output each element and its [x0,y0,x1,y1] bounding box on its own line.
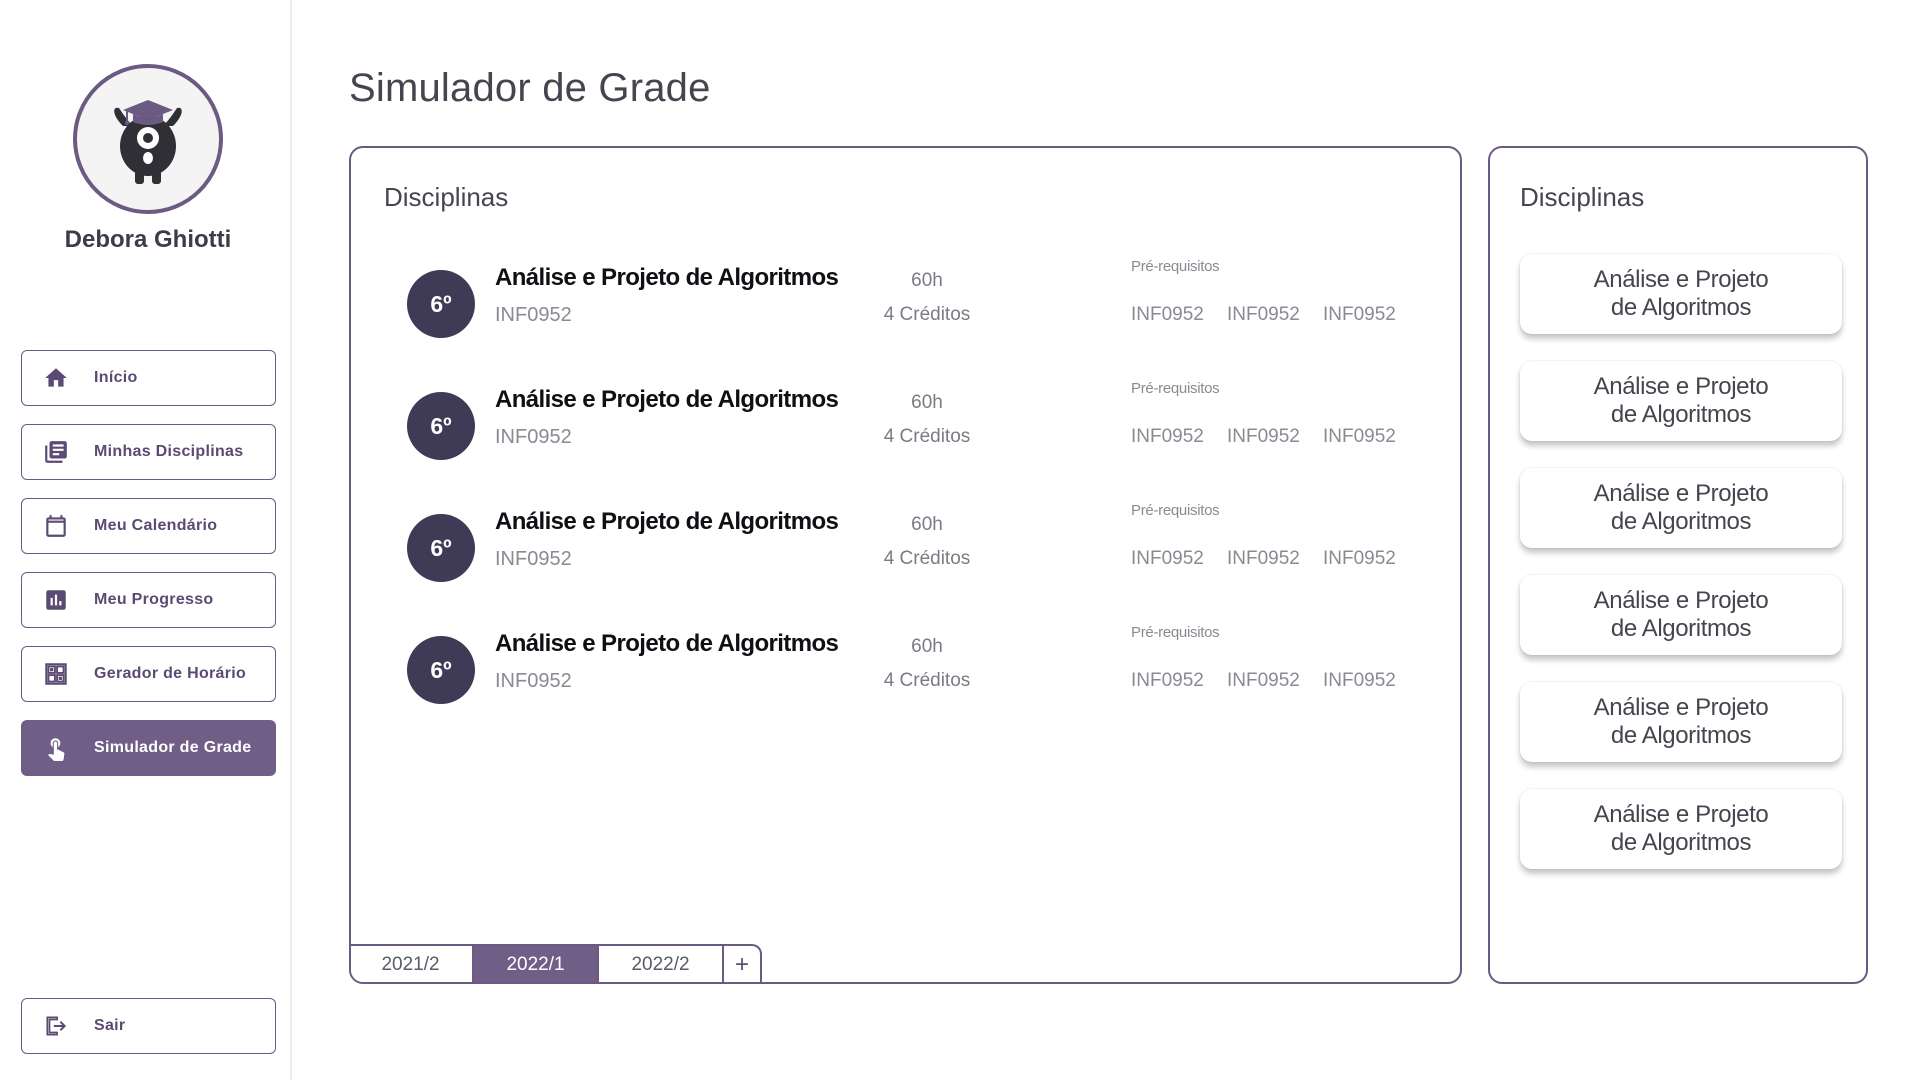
tab-2022-1[interactable]: 2022/1 [474,946,599,982]
courses-panel: Disciplinas 6º Análise e Projeto de Algo… [349,146,1462,984]
course-code: INF0952 [495,304,572,326]
semester-badge: 6º [407,392,475,460]
course-card[interactable]: Análise e Projeto de Algoritmos [1520,361,1842,441]
course-card[interactable]: Análise e Projeto de Algoritmos [1520,789,1842,869]
prereq-label: Pré-requisitos [1131,624,1220,641]
nav-label: Meu Calendário [94,517,218,534]
prereq-code: INF0952 [1131,304,1204,325]
nav-label: Minhas Disciplinas [94,443,244,460]
calendar-icon [42,512,70,540]
course-name: Análise e Projeto de Algoritmos [495,386,839,413]
course-code: INF0952 [495,670,572,692]
nav-label: Meu Progresso [94,591,214,608]
course-hours: 60h [911,636,943,657]
user-name: Debora Ghiotti [64,226,232,253]
logout-button[interactable]: Sair [21,998,276,1054]
nav-meu-calendario[interactable]: Meu Calendário [21,498,276,554]
touch-hand-icon [42,734,70,762]
logout-label: Sair [94,1017,126,1034]
course-card[interactable]: Análise e Projeto de Algoritmos [1520,575,1842,655]
nav-inicio[interactable]: Início [21,350,276,406]
prereq-code: INF0952 [1131,426,1204,447]
nav-gerador-de-horario[interactable]: Gerador de Horário [21,646,276,702]
course-credits: 4 Créditos [883,670,971,691]
course-card[interactable]: Análise e Projeto de Algoritmos [1520,254,1842,334]
bar-chart-icon [42,586,70,614]
semester-tabs: 2021/2 2022/1 2022/2 + [351,944,762,982]
panel-title: Disciplinas [384,182,509,212]
prereq-code: INF0952 [1323,670,1396,691]
prereq-code: INF0952 [1227,670,1300,691]
tab-2021-2[interactable]: 2021/2 [351,946,474,982]
add-tab-button[interactable]: + [724,946,760,982]
tab-2022-2[interactable]: 2022/2 [599,946,724,982]
nav-meu-progresso[interactable]: Meu Progresso [21,572,276,628]
prereq-code: INF0952 [1131,670,1204,691]
prereq-code: INF0952 [1323,548,1396,569]
logout-icon [42,1012,70,1040]
course-hours: 60h [911,392,943,413]
nav-label: Início [94,369,138,386]
course-card[interactable]: Análise e Projeto de Algoritmos [1520,468,1842,548]
prereq-code: INF0952 [1323,426,1396,447]
semester-badge: 6º [407,514,475,582]
course-credits: 4 Créditos [883,426,971,447]
course-name: Análise e Projeto de Algoritmos [495,264,839,291]
course-code: INF0952 [495,426,572,448]
prereq-code: INF0952 [1227,426,1300,447]
home-icon [42,364,70,392]
prereq-code: INF0952 [1323,304,1396,325]
nav-simulador-de-grade[interactable]: Simulador de Grade [21,720,276,776]
course-row[interactable]: 6º Análise e Projeto de Algoritmos INF09… [407,258,1447,348]
course-row[interactable]: 6º Análise e Projeto de Algoritmos INF09… [407,624,1447,714]
prereq-code: INF0952 [1131,548,1204,569]
page-title: Simulador de Grade [349,66,711,110]
prereq-label: Pré-requisitos [1131,380,1220,397]
prereq-code: INF0952 [1227,548,1300,569]
course-hours: 60h [911,514,943,535]
prereq-label: Pré-requisitos [1131,258,1220,275]
prereq-label: Pré-requisitos [1131,502,1220,519]
course-credits: 4 Créditos [883,304,971,325]
schedule-grid-icon [42,660,70,688]
prereq-code: INF0952 [1227,304,1300,325]
nav-label: Gerador de Horário [94,665,247,682]
available-courses-panel: Disciplinas Análise e Projeto de Algorit… [1488,146,1868,984]
nav-label: Simulador de Grade [94,739,252,756]
course-name: Análise e Projeto de Algoritmos [495,630,839,657]
course-row[interactable]: 6º Análise e Projeto de Algoritmos INF09… [407,380,1447,470]
semester-badge: 6º [407,636,475,704]
course-hours: 60h [911,270,943,291]
course-code: INF0952 [495,548,572,570]
course-name: Análise e Projeto de Algoritmos [495,508,839,535]
avatar [73,64,223,214]
semester-badge: 6º [407,270,475,338]
library-books-icon [42,438,70,466]
course-card[interactable]: Análise e Projeto de Algoritmos [1520,682,1842,762]
course-row[interactable]: 6º Análise e Projeto de Algoritmos INF09… [407,502,1447,592]
sidebar: Debora Ghiotti Início Minhas Disciplinas… [0,0,292,1080]
course-credits: 4 Créditos [883,548,971,569]
mascot-graduate-icon [114,100,182,184]
panel-title: Disciplinas [1520,182,1645,212]
nav-minhas-disciplinas[interactable]: Minhas Disciplinas [21,424,276,480]
